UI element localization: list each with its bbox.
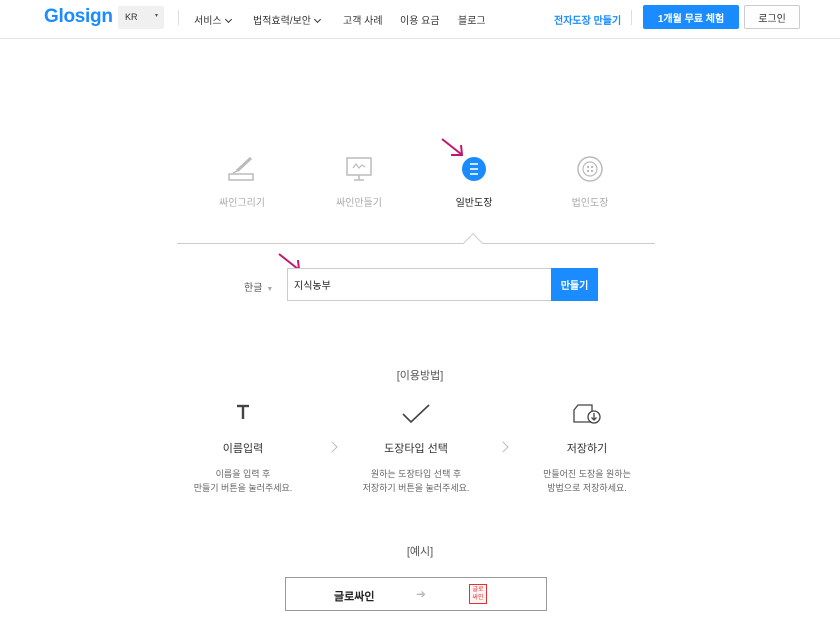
tab-divider (177, 243, 655, 244)
step-select-stamp-type: 도장타입 선택 원하는 도장타입 선택 후 저장하기 버튼을 눌러주세요. (336, 403, 496, 503)
step-description-line: 저장하기 버튼을 눌러주세요. (362, 483, 470, 493)
nav-legal-security[interactable]: 법적효력/보안 (253, 12, 322, 27)
dropdown-triangle-icon: ▼ (266, 286, 274, 293)
example-title: [예시] (406, 546, 434, 558)
tab-make-signature-label: 싸인만들기 (336, 198, 382, 209)
general-stamp-icon (462, 157, 486, 181)
step-title: 도장타입 선택 (384, 443, 448, 455)
text-t-icon (237, 404, 249, 419)
arrow-right-icon: ➜ (416, 587, 427, 601)
name-input[interactable] (287, 268, 552, 301)
header-divider (178, 10, 179, 25)
tab-corporate-stamp[interactable]: 법인도장 (540, 156, 640, 209)
make-stamp-link[interactable]: 전자도장 만들기 (554, 12, 621, 27)
nav-customer-cases[interactable]: 고객 사례 (343, 12, 383, 27)
tab-corporate-stamp-label: 법인도장 (571, 198, 609, 209)
tab-general-stamp[interactable]: 일반도장 (424, 156, 524, 209)
step-title: 저장하기 (566, 443, 608, 455)
example-box: 글로싸인 ➜ 글로 싸인 (285, 577, 547, 611)
seal-text-line: 싸인 (472, 595, 484, 601)
top-header: Glosign KR ▾ 서비스 법적효력/보안 고객 사례 이용 요금 블로그… (0, 0, 840, 39)
checkmark-icon (402, 404, 430, 424)
tab-draw-signature[interactable]: 싸인그리기 (192, 156, 292, 209)
nav-pricing[interactable]: 이용 요금 (400, 12, 440, 27)
step-description-line: 만들기 버튼을 눌러주세요. (193, 483, 293, 493)
language-select[interactable]: KR ▾ (118, 6, 164, 29)
step-enter-name: 이름입력 이름을 입력 후 만들기 버튼을 눌러주세요. (163, 403, 323, 503)
tab-draw-signature-label: 싸인그리기 (219, 198, 265, 209)
language-caret-icon: ▾ (154, 13, 158, 19)
free-trial-button[interactable]: 1개월 무료 체험 (643, 5, 739, 29)
nav-services[interactable]: 서비스 (194, 12, 232, 27)
chevron-down-icon (224, 15, 232, 24)
corporate-stamp-icon (577, 156, 603, 182)
how-to-title: [이용방법] (396, 370, 444, 382)
nav-services-label: 서비스 (194, 16, 222, 27)
glosign-logo[interactable]: Glosign (44, 6, 113, 28)
example-name: 글로싸인 (334, 591, 375, 603)
seal-text-line: 글로 (472, 587, 484, 593)
header-divider (631, 10, 632, 25)
chevron-down-icon (313, 15, 322, 24)
pen-draw-icon (228, 156, 254, 181)
font-select-label: 한글 (244, 283, 263, 294)
make-button[interactable]: 만들기 (551, 268, 598, 301)
step-description-line: 이름을 입력 후 (215, 469, 271, 479)
language-code: KR (125, 12, 138, 22)
step-description-line: 원하는 도장타입 선택 후 (370, 469, 462, 479)
step-title: 이름입력 (222, 443, 264, 455)
login-button[interactable]: 로그인 (744, 5, 800, 29)
monitor-sign-icon (346, 157, 372, 181)
step-description-line: 방법으로 저장하세요. (547, 483, 627, 493)
save-download-icon (573, 404, 601, 424)
step-save: 저장하기 만들어진 도장을 원하는 방법으로 저장하세요. (507, 403, 667, 503)
nav-blog[interactable]: 블로그 (458, 12, 486, 27)
step-description: 이름을 입력 후 만들기 버튼을 눌러주세요. (163, 467, 323, 495)
example-seal: 글로 싸인 (469, 584, 487, 604)
step-description: 만들어진 도장을 원하는 방법으로 저장하세요. (507, 467, 667, 495)
step-description: 원하는 도장타입 선택 후 저장하기 버튼을 눌러주세요. (336, 467, 496, 495)
active-tab-pointer (463, 233, 483, 253)
tab-general-stamp-label: 일반도장 (455, 198, 493, 209)
step-description-line: 만들어진 도장을 원하는 (543, 469, 631, 479)
nav-legal-security-label: 법적효력/보안 (253, 16, 311, 27)
font-select[interactable]: 한글 ▼ (244, 279, 273, 294)
tab-make-signature[interactable]: 싸인만들기 (309, 156, 409, 209)
